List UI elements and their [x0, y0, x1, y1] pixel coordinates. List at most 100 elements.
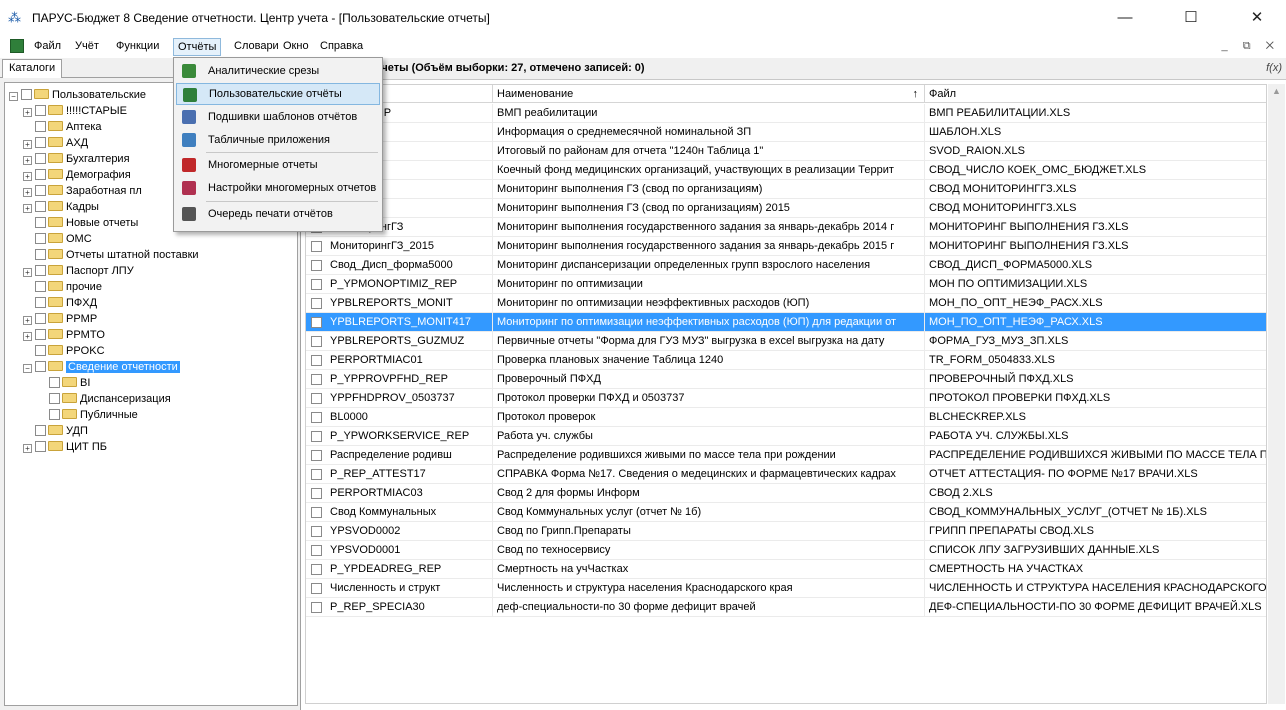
tree-node[interactable]: Новые отчеты: [23, 215, 138, 231]
row-checkbox[interactable]: [311, 412, 322, 423]
table-row[interactable]: МониторингГЗМониторинг выполнения госуда…: [306, 218, 1266, 237]
table-row[interactable]: Свод_Дисп_форма5000 Мониторинг диспансери…: [306, 256, 1266, 275]
menu-item-multidim-settings[interactable]: Настройки многомерных отчетов: [176, 177, 380, 199]
tree-node[interactable]: + Заработная пл: [23, 183, 142, 199]
tree-node[interactable]: прочие: [23, 279, 102, 295]
row-checkbox[interactable]: [311, 260, 322, 271]
maximize-button[interactable]: ☐: [1168, 4, 1214, 32]
reports-grid[interactable]: Наименование ↑ Файл SVOD_VMPВМП реабилит…: [305, 84, 1267, 704]
column-file[interactable]: Файл: [925, 85, 1266, 103]
tree-checkbox[interactable]: [35, 441, 46, 452]
menu-item-templates[interactable]: Подшивки шаблонов отчётов: [176, 106, 380, 128]
tree-checkbox[interactable]: [35, 265, 46, 276]
tree-node[interactable]: + Демография: [23, 167, 131, 183]
row-checkbox[interactable]: [311, 279, 322, 290]
table-row[interactable]: P_YPWORKSERVICE_REP Работа уч. службы РАБО…: [306, 427, 1266, 446]
tree-node[interactable]: + Бухгалтерия: [23, 151, 130, 167]
expand-icon[interactable]: +: [23, 444, 32, 453]
tree-node[interactable]: − Пользовательские: [9, 87, 146, 103]
tree-node[interactable]: ПФХД: [23, 295, 97, 311]
tree-checkbox[interactable]: [35, 345, 46, 356]
close-button[interactable]: ✕: [1234, 4, 1280, 32]
tree-checkbox[interactable]: [35, 153, 46, 164]
mdi-controls[interactable]: _ ⧉ ✕: [1222, 40, 1280, 53]
table-row[interactable]: KFONDКоечный фонд медицинских организаци…: [306, 161, 1266, 180]
tree-node[interactable]: Публичные: [37, 407, 138, 423]
table-row[interactable]: YPBLREPORTS_GUZMUZ Первичные отчеты "Форм…: [306, 332, 1266, 351]
row-checkbox[interactable]: [311, 450, 322, 461]
expand-icon[interactable]: +: [23, 268, 32, 277]
row-checkbox[interactable]: [311, 545, 322, 556]
expand-icon[interactable]: +: [23, 140, 32, 149]
row-checkbox[interactable]: [311, 602, 322, 613]
table-row[interactable]: МониторингГЗ_2015 Мониторинг выполнения г…: [306, 237, 1266, 256]
tree-checkbox[interactable]: [35, 313, 46, 324]
menu-item-user-reports[interactable]: Пользовательские отчёты: [176, 83, 380, 105]
tree-checkbox[interactable]: [35, 329, 46, 340]
row-checkbox[interactable]: [311, 317, 322, 328]
table-row[interactable]: YPSVOD0001 Свод по техносервису СПИСОК ЛПУ…: [306, 541, 1266, 560]
table-row[interactable]: BL0000 Протокол проверок BLCHECKREP.XLS: [306, 408, 1266, 427]
table-row[interactable]: P_YPMONOPTIMIZ_REP Мониторинг по оптимиза…: [306, 275, 1266, 294]
table-row[interactable]: SVOD_VMPВМП реабилитацииВМП РЕАБИЛИТАЦИИ…: [306, 104, 1266, 123]
expand-icon[interactable]: +: [23, 172, 32, 181]
menu-item-multidim[interactable]: Многомерные отчеты: [176, 154, 380, 176]
menu-accounting[interactable]: Учёт: [71, 38, 103, 56]
table-row[interactable]: YPPFHDPROV_0503737 Протокол проверки ПФХД…: [306, 389, 1266, 408]
expand-icon[interactable]: +: [23, 316, 32, 325]
tree-checkbox[interactable]: [49, 393, 60, 404]
row-checkbox[interactable]: [311, 583, 322, 594]
collapse-icon[interactable]: −: [23, 364, 32, 373]
tree-checkbox[interactable]: [35, 169, 46, 180]
row-checkbox[interactable]: [311, 393, 322, 404]
table-row[interactable]: YPBLREPORTS_MONIT417 Мониторинг по оптими…: [306, 313, 1266, 332]
vertical-scrollbar[interactable]: ▲: [1268, 84, 1285, 704]
row-checkbox[interactable]: [311, 298, 322, 309]
menu-window[interactable]: Окно: [279, 38, 313, 56]
expand-icon[interactable]: +: [23, 188, 32, 197]
row-checkbox[interactable]: [311, 526, 322, 537]
tree-checkbox[interactable]: [35, 217, 46, 228]
expand-icon[interactable]: +: [23, 156, 32, 165]
expand-icon[interactable]: +: [23, 108, 32, 117]
mdi-window-icon[interactable]: [10, 39, 24, 53]
row-checkbox[interactable]: [311, 374, 322, 385]
menu-item-analytics[interactable]: Аналитические срезы: [176, 60, 380, 82]
scroll-up-icon[interactable]: ▲: [1272, 86, 1281, 96]
row-checkbox[interactable]: [311, 564, 322, 575]
function-icon[interactable]: f(x): [1266, 62, 1282, 74]
tree-node[interactable]: ОМС: [23, 231, 92, 247]
tree-checkbox[interactable]: [35, 121, 46, 132]
tree-checkbox[interactable]: [35, 201, 46, 212]
minimize-button[interactable]: —: [1102, 4, 1148, 32]
tab-catalogs[interactable]: Каталоги: [2, 59, 63, 78]
tree-checkbox[interactable]: [35, 425, 46, 436]
row-checkbox[interactable]: [311, 507, 322, 518]
menu-item-table-app[interactable]: Табличные приложения: [176, 129, 380, 151]
tree-node[interactable]: Отчеты штатной поставки: [23, 247, 199, 263]
tree-node[interactable]: + Паспорт ЛПУ: [23, 263, 134, 279]
tree-checkbox[interactable]: [49, 409, 60, 420]
table-row[interactable]: СВОД15Мониторинг выполнения ГЗ (свод по …: [306, 199, 1266, 218]
tree-checkbox[interactable]: [35, 105, 46, 116]
menu-reports[interactable]: Отчёты: [173, 38, 222, 56]
table-row[interactable]: СВОДМониторинг выполнения ГЗ (свод по ор…: [306, 180, 1266, 199]
table-row[interactable]: P_REP_SPECIA30 деф-специальности-по 30 фо…: [306, 598, 1266, 617]
tree-node[interactable]: + !!!!!СТАРЫЕ: [23, 103, 127, 119]
row-checkbox[interactable]: [311, 469, 322, 480]
menu-functions[interactable]: Функции: [112, 38, 163, 56]
table-row[interactable]: Распределение родивш Распределение родивш…: [306, 446, 1266, 465]
tree-checkbox[interactable]: [35, 361, 46, 372]
table-row[interactable]: P_YPDEADREG_REP Смертность на учЧастках СМ…: [306, 560, 1266, 579]
table-row[interactable]: PERPORTMIAC03 Свод 2 для формы Информ СВОД…: [306, 484, 1266, 503]
expand-icon[interactable]: +: [23, 332, 32, 341]
menu-help[interactable]: Справка: [316, 38, 367, 56]
tree-node[interactable]: + АХД: [23, 135, 88, 151]
row-checkbox[interactable]: [311, 488, 322, 499]
table-row[interactable]: Численность и структ Численность и структ…: [306, 579, 1266, 598]
table-row[interactable]: P_REP_ATTEST17 СПРАВКА Форма №17. Сведени…: [306, 465, 1266, 484]
collapse-icon[interactable]: −: [9, 92, 18, 101]
row-checkbox[interactable]: [311, 431, 322, 442]
table-row[interactable]: P_YPPROVPFHD_REP Проверочный ПФХД ПРОВЕРОЧ…: [306, 370, 1266, 389]
tree-node[interactable]: УДП: [23, 423, 88, 439]
